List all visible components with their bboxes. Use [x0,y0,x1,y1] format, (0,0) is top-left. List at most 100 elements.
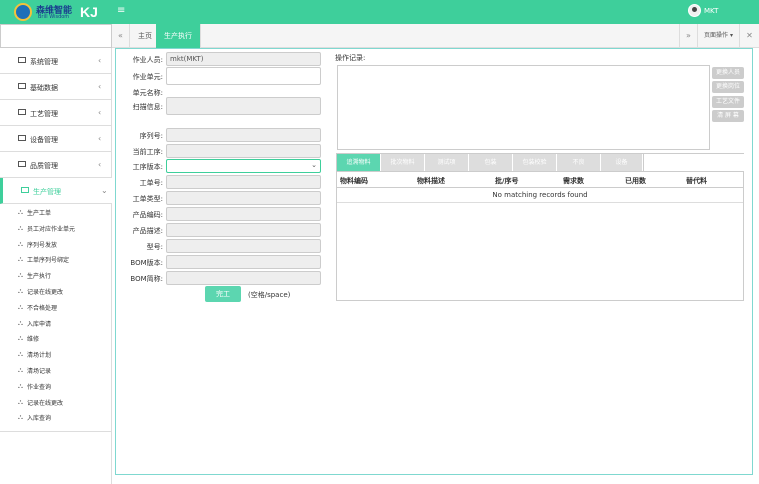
bom-version-field [166,255,321,269]
product-code-label: 产品编码: [132,211,163,219]
shortcut-hint: (空格/space) [248,291,291,299]
operation-log-label: 操作记录: [335,54,366,62]
work-order-field [166,175,321,189]
sitemap-icon: ⛬ [18,381,23,390]
order-type-field [166,191,321,205]
submenu-item[interactable]: ⛬ 作业查询 [0,378,112,394]
tab-scroll-left-icon[interactable]: « [112,24,130,48]
menu-toggle-icon[interactable]: ≡ [117,5,125,16]
submenu-label: 入库申请 [27,320,52,328]
sidebar-item-label: 生产管理 [33,188,61,196]
chevron-left-icon: ‹ [98,82,102,91]
order-type-label-row: 工单类型: [116,192,163,206]
tab-batch-material[interactable]: 批次物料 [381,154,425,171]
tab-test-items[interactable]: 测试项 [425,154,469,171]
column-header[interactable]: 物料编码 [340,176,368,186]
sidebar-item-system[interactable]: 系统管理 ‹ [0,48,112,74]
sidebar-search-input[interactable] [0,24,112,48]
company-logo: 森维智能 Brill Wisdom [14,2,72,22]
sidebar-item-production[interactable]: 生产管理 ⌄ [0,178,112,204]
submenu-label: 清场计划 [27,352,52,360]
product-desc-label-row: 产品描述: [116,224,163,238]
sidebar-item-process[interactable]: 工艺管理 ‹ [0,100,112,126]
tab-production-execution[interactable]: 生产执行 [156,24,201,48]
operation-log-textarea[interactable] [337,65,710,150]
model-field [166,239,321,253]
sidebar-item-basic-data[interactable]: 基础数据 ‹ [0,74,112,100]
work-order-label-row: 工单号: [116,176,163,190]
serial-field [166,128,321,142]
page-operations-dropdown[interactable]: 页面操作 ▾ [697,24,739,48]
submenu-label: 员工对应作业单元 [27,225,76,233]
username[interactable]: MKT [704,7,718,15]
sitemap-icon: ⛬ [18,318,23,327]
route-version-label-row: 工序版本: [116,160,163,174]
complete-button[interactable]: 完工 [205,286,241,302]
scan-label: 扫描信息: [132,103,163,111]
chevron-down-icon: ⌄ [101,186,108,195]
user-avatar[interactable] [688,4,701,17]
submenu-item[interactable]: ⛬ 序列号发放 [0,236,112,252]
clear-screen-button[interactable]: 清 屏 幕 [712,110,744,122]
current-step-field [166,144,321,158]
operator-label-row: 作业人员: [116,53,163,67]
column-header[interactable]: 已用数 [625,176,646,186]
tab-defects[interactable]: 不良 [557,154,601,171]
submenu-label: 记录在线更改 [27,288,64,296]
column-header[interactable]: 需求数 [563,176,584,186]
submenu-item[interactable]: ⛬ 记录在线更改 [0,283,112,299]
product-desc-label: 产品描述: [132,227,163,235]
unit-name-label: 单元名称: [132,89,163,97]
submenu-label: 序列号发放 [27,241,58,249]
sidebar: 系统管理 ‹ 基础数据 ‹ 工艺管理 ‹ 设备管理 ‹ 品质管理 ‹ 生产管理 … [0,24,112,484]
sidebar-item-label: 系统管理 [30,58,58,66]
change-post-button[interactable]: 更换岗位 [712,81,744,93]
operator-label: 作业人员: [132,56,163,64]
submenu-item[interactable]: ⛬ 工单序列号绑定 [0,251,112,267]
unit-name-label-row: 单元名称: [116,86,163,100]
tab-packing-check[interactable]: 包装校验 [513,154,557,171]
submenu-label: 生产执行 [27,273,52,281]
submenu-item[interactable]: ⛬ 记录在线更改 [0,394,112,410]
submenu-item[interactable]: ⛬ 清场计划 [0,346,112,362]
sidebar-item-label: 品质管理 [30,162,58,170]
tab-bar: « 主页 生产执行 » 页面操作 ▾ ✕ [112,24,759,48]
sidebar-item-label: 基础数据 [30,84,58,92]
serial-label: 序列号: [139,132,163,140]
column-header[interactable]: 物料描述 [417,176,445,186]
submenu-item[interactable]: ⛬ 不合格处理 [0,299,112,315]
tab-trace-material[interactable]: 追溯物料 [337,154,381,171]
submenu-item[interactable]: ⛬ 生产执行 [0,267,112,283]
submenu-item[interactable]: ⛬ 员工对应作业单元 [0,220,112,236]
sitemap-icon: ⛬ [18,302,23,311]
column-header[interactable]: 批/序号 [495,176,519,186]
tab-scroll-right-icon[interactable]: » [679,24,697,48]
material-grid: 追溯物料 批次物料 测试项 包装 包装校验 不良 设备 物料编码 物料描述 批/… [336,153,744,301]
route-version-label: 工序版本: [132,163,163,171]
route-version-select[interactable]: ⌄ [166,159,321,173]
current-step-label-row: 当前工序: [116,145,163,159]
sidebar-item-equipment[interactable]: 设备管理 ‹ [0,126,112,152]
close-all-icon[interactable]: ✕ [739,24,759,48]
submenu-label: 工单序列号绑定 [27,257,70,265]
process-document-button[interactable]: 工艺文件 [712,96,744,108]
model-label-row: 型号: [116,240,163,254]
change-operator-button[interactable]: 更换人员 [712,67,744,79]
submenu-item[interactable]: ⛬ 入库查询 [0,409,112,425]
sitemap-icon: ⛬ [18,208,23,216]
column-header[interactable]: 替代料 [686,176,707,186]
tab-equipment[interactable]: 设备 [601,154,643,171]
sidebar-item-quality[interactable]: 品质管理 ‹ [0,152,112,178]
product-desc-field [166,223,321,237]
work-unit-input[interactable] [166,67,321,85]
logo-emblem-icon [14,3,32,21]
submenu-label: 清场记录 [27,367,52,375]
submenu-item[interactable]: ⛬ 清场记录 [0,362,112,378]
brand-title: KJ [80,4,98,20]
bom-short-field [166,271,321,285]
submenu-item[interactable]: ⛬ 生产工单 [0,204,112,220]
submenu-item[interactable]: ⛬ 维修 [0,330,112,346]
submenu-item[interactable]: ⛬ 入库申请 [0,315,112,331]
tab-packing[interactable]: 包装 [469,154,513,171]
scan-info-input[interactable] [166,97,321,115]
